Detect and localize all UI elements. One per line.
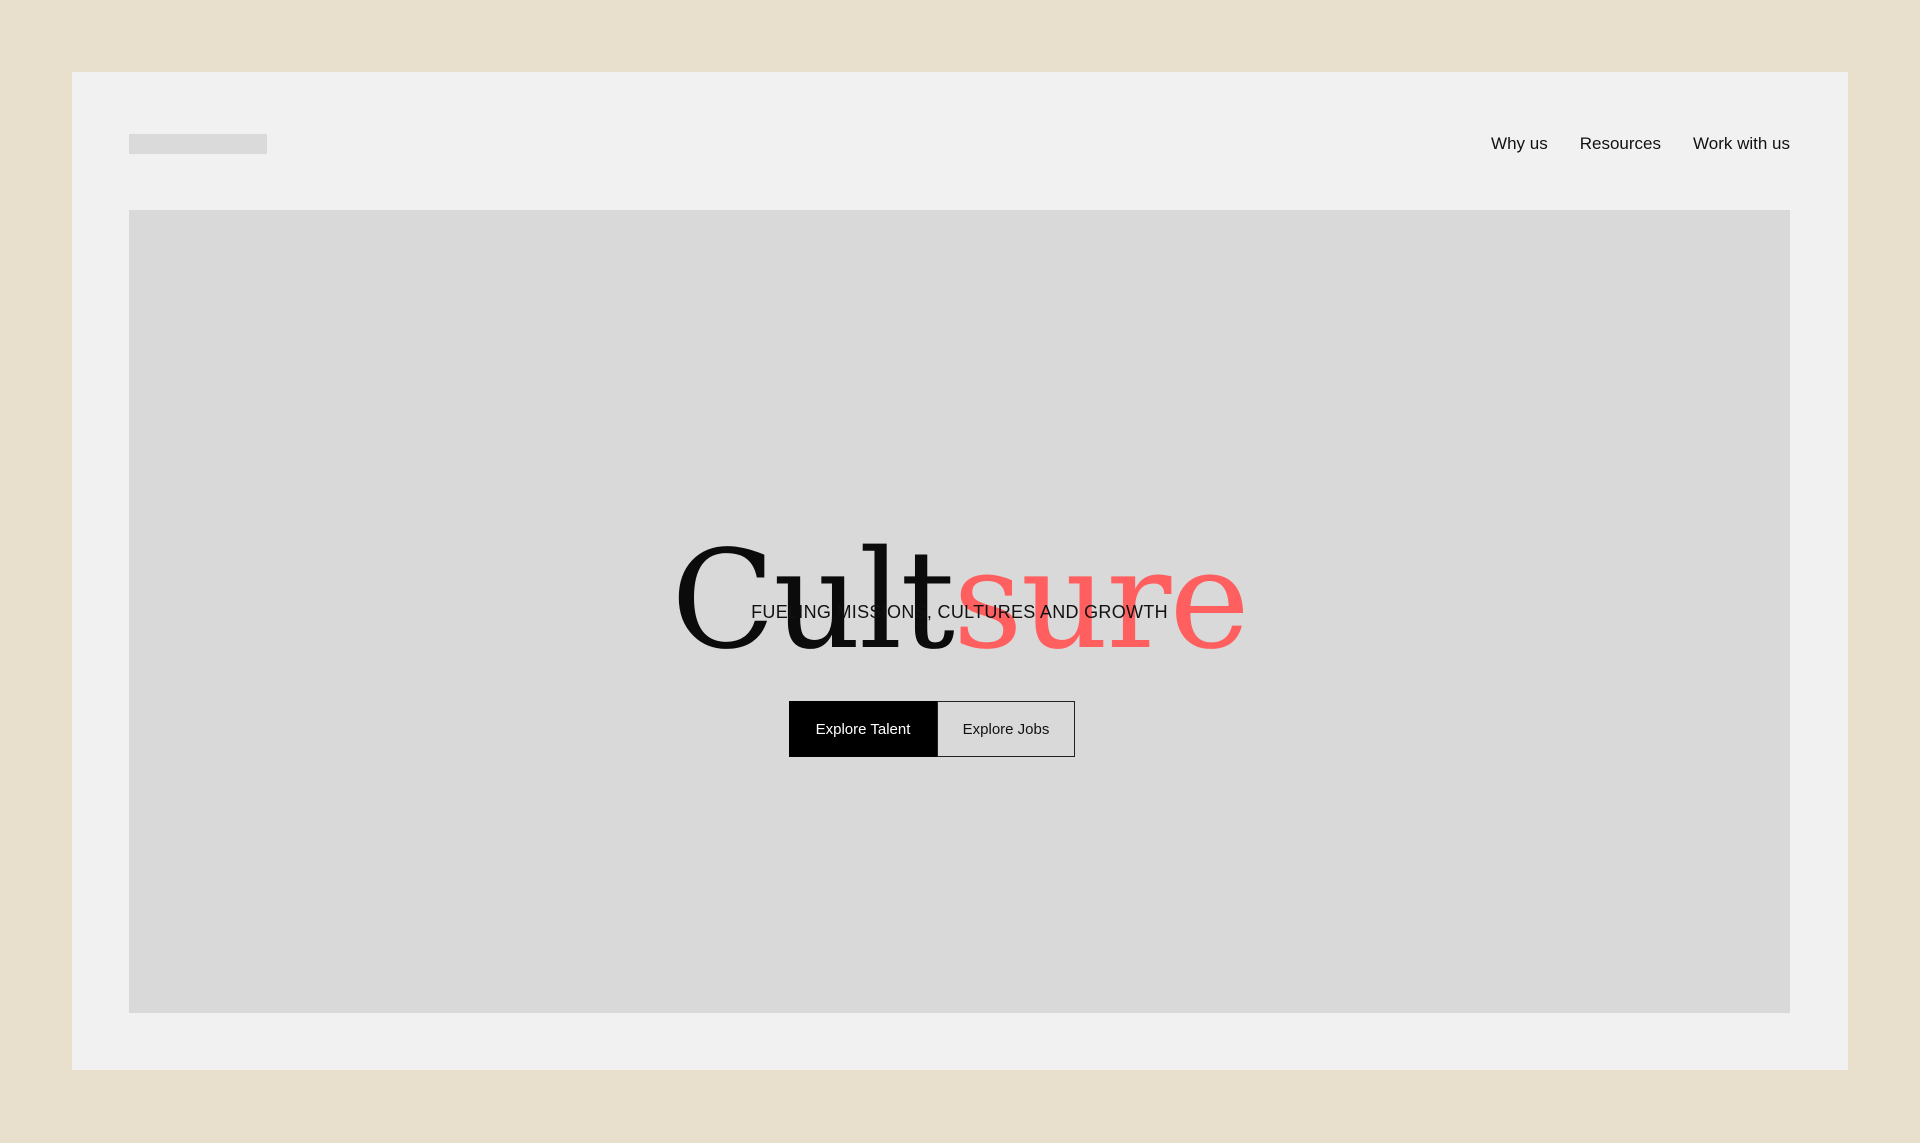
hero-tagline: FUELING MISSIONS, CULTURES AND GROWTH (751, 602, 1168, 622)
hero-section: Cultsure FUELING MISSIONS, CULTURES AND … (129, 210, 1790, 1013)
cta-button-group: Explore Talent Explore Jobs (789, 701, 1075, 757)
page-frame: Why us Resources Work with us Cultsure F… (72, 72, 1848, 1070)
nav-link-resources[interactable]: Resources (1580, 134, 1661, 154)
nav-link-work-with-us[interactable]: Work with us (1693, 134, 1790, 154)
logo-placeholder[interactable] (129, 134, 267, 154)
explore-jobs-button[interactable]: Explore Jobs (937, 701, 1075, 757)
top-nav: Why us Resources Work with us (1491, 134, 1790, 154)
explore-talent-button[interactable]: Explore Talent (789, 701, 937, 757)
nav-link-why-us[interactable]: Why us (1491, 134, 1548, 154)
